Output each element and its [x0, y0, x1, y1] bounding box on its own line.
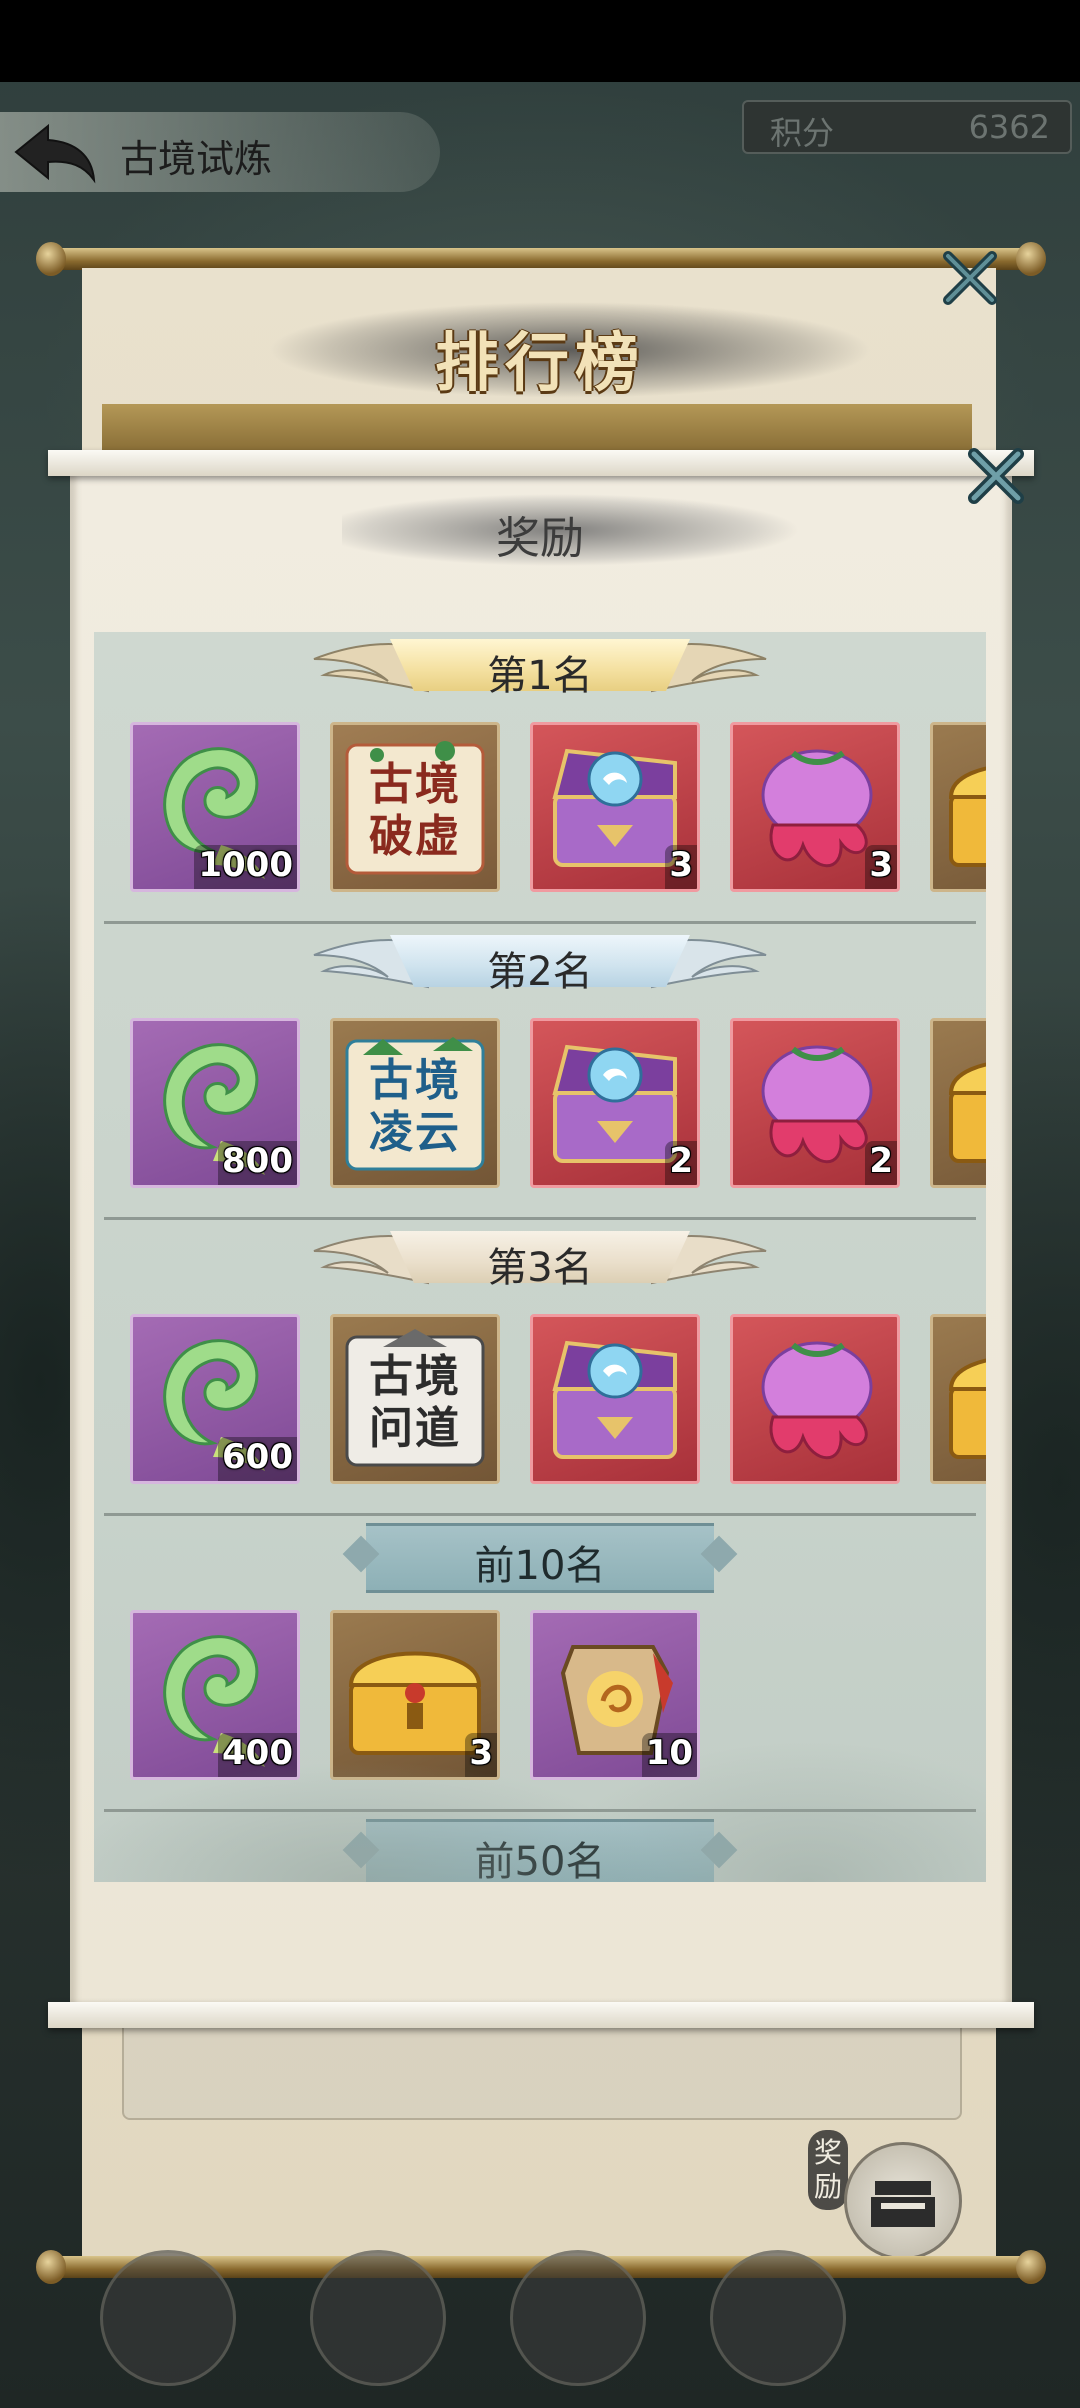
item-count: 2 — [669, 1141, 693, 1181]
item-count: 800 — [222, 1141, 293, 1181]
rank-label-top10: 前10名 — [474, 1543, 606, 1589]
rank-label-1: 第1名 — [487, 653, 593, 699]
rank-label-3: 第3名 — [487, 1245, 593, 1291]
title-stamp-text: 古境 凌云 — [369, 1055, 461, 1158]
rank-bar-top50 — [366, 1819, 714, 1882]
reward-scroll-top-rod — [48, 450, 1034, 476]
item-count: 1000 — [198, 845, 293, 885]
close-icon[interactable] — [964, 444, 1028, 508]
item-count: 3 — [869, 845, 893, 885]
tier-divider — [104, 1217, 976, 1220]
diamond-ornament — [342, 1831, 380, 1869]
reward-item-pouch[interactable]: 3 — [730, 722, 900, 892]
reward-item-chest[interactable]: 3 — [530, 722, 700, 892]
reward-item-pouch[interactable]: 2 — [730, 1018, 900, 1188]
back-arrow-icon[interactable] — [12, 120, 98, 186]
item-count: 3 — [669, 845, 693, 885]
item-count-bg: 400 — [218, 1733, 297, 1777]
item-count: 10 — [645, 1733, 693, 1773]
reward-list[interactable]: 第1名 1000 古境 破虚 3 3 第2名 800 古境 凌云 2 2 第3名… — [94, 632, 986, 1882]
reward-scroll-bottom-rod — [48, 2002, 1034, 2028]
item-count-bg: 1000 — [194, 845, 297, 889]
item-count-bg: 800 — [218, 1141, 297, 1185]
reward-item-jade[interactable]: 800 — [130, 1018, 300, 1188]
title-stamp-text: 古境 问道 — [369, 1351, 461, 1454]
item-count-bg: 3 — [865, 845, 897, 889]
diamond-ornament — [700, 1831, 738, 1869]
item-count-bg: 2 — [665, 1141, 697, 1185]
rank-banner-top10: 前10名 — [342, 1523, 738, 1593]
score-label: 积分 — [770, 114, 835, 152]
item-count-bg: 3 — [465, 1733, 497, 1777]
reward-item-golden-chest[interactable] — [930, 1314, 986, 1484]
tier-divider — [104, 1809, 976, 1812]
bottom-nav-icon-3[interactable] — [510, 2250, 646, 2386]
item-count: 2 — [869, 1141, 893, 1181]
reward-item-chest[interactable]: 2 — [530, 1018, 700, 1188]
page-title: 古境试炼 — [120, 137, 273, 181]
item-count-bg: 600 — [218, 1437, 297, 1481]
ranking-reward-button[interactable] — [844, 2142, 962, 2260]
item-count: 3 — [469, 1733, 493, 1773]
ranking-reward-label: 奖励 — [808, 2130, 848, 2210]
reward-item-chest[interactable] — [530, 1314, 700, 1484]
item-count-bg: 10 — [641, 1733, 697, 1777]
reward-item-title-stamp[interactable]: 古境 凌云 — [330, 1018, 500, 1188]
reward-item-dragon-token[interactable]: 10 — [530, 1610, 700, 1780]
reward-item-pouch[interactable] — [730, 1314, 900, 1484]
item-count-bg: 3 — [665, 845, 697, 889]
ranking-scroll-top-rod — [36, 242, 1046, 276]
item-count-bg: 2 — [865, 1141, 897, 1185]
item-count: 400 — [222, 1733, 293, 1773]
bottom-nav-icon-2[interactable] — [310, 2250, 446, 2386]
reward-item-jade[interactable]: 400 — [130, 1610, 300, 1780]
title-stamp-text: 古境 破虚 — [369, 759, 461, 862]
rank-banner-3: 第3名 — [310, 1227, 770, 1291]
score-display: 积分 6362 — [742, 100, 1072, 154]
ranking-close-icon[interactable] — [940, 248, 1000, 308]
rank-label-top50: 前50名 — [474, 1839, 606, 1882]
ranking-header-strip — [102, 404, 972, 450]
reward-item-golden-chest[interactable] — [930, 722, 986, 892]
tier-divider — [104, 921, 976, 924]
status-bar — [0, 0, 1080, 82]
reward-item-jade[interactable]: 600 — [130, 1314, 300, 1484]
reward-item-golden-chest[interactable] — [930, 1018, 986, 1188]
reward-item-title-stamp[interactable]: 古境 破虚 — [330, 722, 500, 892]
bottom-nav-icon-4[interactable] — [710, 2250, 846, 2386]
bottom-nav-icon-1[interactable] — [100, 2250, 236, 2386]
ranking-title: 排行榜 — [435, 326, 645, 401]
rank-label-2: 第2名 — [487, 949, 593, 995]
score-value: 6362 — [968, 108, 1050, 146]
reward-item-golden-chest[interactable]: 3 — [330, 1610, 500, 1780]
rank-banner-2: 第2名 — [310, 931, 770, 995]
rank-banner-top50: 前50名 — [342, 1819, 738, 1882]
item-count: 600 — [222, 1437, 293, 1477]
reward-item-title-stamp[interactable]: 古境 问道 — [330, 1314, 500, 1484]
tier-divider — [104, 1513, 976, 1516]
reward-item-jade[interactable]: 1000 — [130, 722, 300, 892]
reward-title: 奖励 — [496, 513, 584, 564]
rank-banner-1: 第1名 — [310, 635, 770, 699]
